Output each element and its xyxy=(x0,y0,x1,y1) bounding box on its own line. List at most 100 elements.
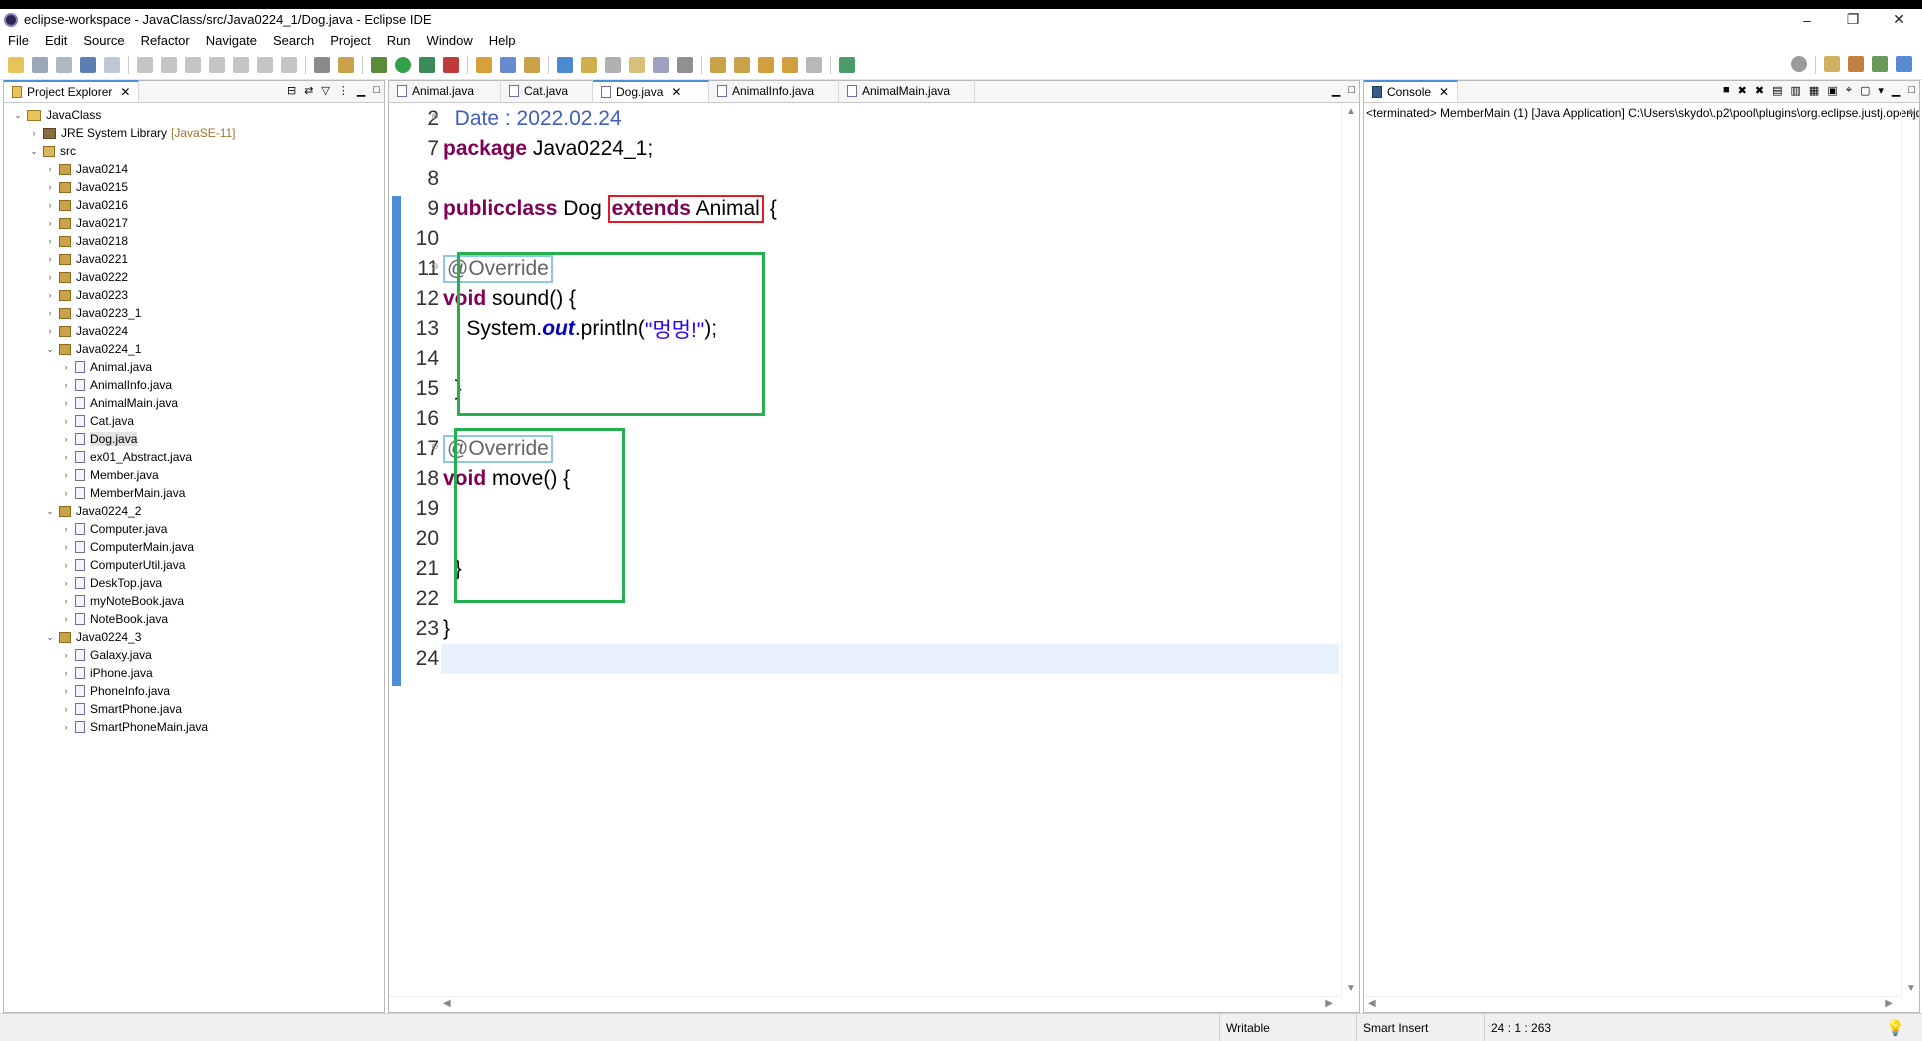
tree-file[interactable]: › Cat.java xyxy=(4,412,384,430)
toggle-mark-icon[interactable] xyxy=(629,56,645,73)
chevron-right-icon[interactable]: › xyxy=(44,308,56,318)
tree-file[interactable]: › Computer.java xyxy=(4,520,384,538)
chevron-right-icon[interactable]: › xyxy=(44,200,56,210)
menu-window[interactable]: Window xyxy=(419,33,481,48)
clear-console-icon[interactable]: ▤ xyxy=(1772,84,1782,97)
tree-file[interactable]: › Galaxy.java xyxy=(4,646,384,664)
toggle-block-icon[interactable] xyxy=(653,56,669,73)
tree-package[interactable]: › Java0223 xyxy=(4,286,384,304)
remove-all-icon[interactable]: ✖ xyxy=(1755,84,1764,97)
scroll-right-icon[interactable]: ▶ xyxy=(1885,998,1893,1009)
tab-console[interactable]: Console ✕ xyxy=(1364,80,1459,102)
menu-run[interactable]: Run xyxy=(379,33,419,48)
chevron-down-icon[interactable]: ⌄ xyxy=(12,110,24,121)
coverage-icon[interactable] xyxy=(314,56,330,73)
chevron-right-icon[interactable]: › xyxy=(60,380,72,390)
scroll-left-icon[interactable]: ◀ xyxy=(443,998,451,1009)
terminate-icon[interactable]: ■ xyxy=(1723,84,1730,97)
tree-file[interactable]: › PhoneInfo.java xyxy=(4,682,384,700)
chevron-right-icon[interactable]: › xyxy=(44,164,56,174)
tab-animalmain-java[interactable]: AnimalMain.java xyxy=(839,80,975,102)
scroll-left-icon[interactable]: ◀ xyxy=(1368,998,1376,1009)
scroll-down-icon[interactable]: ▼ xyxy=(1906,983,1916,994)
chevron-right-icon[interactable]: › xyxy=(60,650,72,660)
chevron-down-icon[interactable]: ⌄ xyxy=(44,632,56,643)
scroll-up-icon[interactable]: ▲ xyxy=(1346,106,1356,117)
chevron-right-icon[interactable]: › xyxy=(60,668,72,678)
chevron-right-icon[interactable]: › xyxy=(44,218,56,228)
tab-dog-java[interactable]: Dog.java ✕ xyxy=(593,80,709,102)
open-perspective-icon[interactable] xyxy=(1824,56,1840,72)
run-coverage-icon[interactable] xyxy=(419,56,435,73)
maximize-view-icon[interactable]: □ xyxy=(373,84,380,97)
new-icon[interactable] xyxy=(8,56,24,73)
menu-help[interactable]: Help xyxy=(481,33,524,48)
tree-package[interactable]: › Java0216 xyxy=(4,196,384,214)
close-icon[interactable]: ✕ xyxy=(120,85,130,99)
scroll-lock-icon[interactable]: ▥ xyxy=(1791,84,1801,97)
tree-file[interactable]: › Animal.java xyxy=(4,358,384,376)
minimize-view-icon[interactable]: ▁ xyxy=(357,84,365,97)
step-over-icon[interactable] xyxy=(257,56,273,73)
show-on-output-icon[interactable]: ▣ xyxy=(1827,84,1837,97)
step-into-icon[interactable] xyxy=(233,56,249,73)
console-vertical-scrollbar[interactable]: ▲ ▼ xyxy=(1901,104,1919,996)
console-horizontal-scrollbar[interactable]: ◀ ▶ xyxy=(1364,996,1899,1012)
back-icon[interactable] xyxy=(782,56,798,73)
tree-file[interactable]: › ComputerMain.java xyxy=(4,538,384,556)
menu-file[interactable]: File xyxy=(0,33,37,48)
expand-fold-icon[interactable]: ⊕ xyxy=(431,111,439,122)
chevron-right-icon[interactable]: › xyxy=(44,290,56,300)
close-icon[interactable]: ✕ xyxy=(671,85,681,99)
search-icon[interactable] xyxy=(1791,56,1807,72)
remove-launch-icon[interactable]: ✖ xyxy=(1738,84,1747,97)
step-return-icon[interactable] xyxy=(281,56,297,73)
chevron-right-icon[interactable]: › xyxy=(60,542,72,552)
chevron-right-icon[interactable]: › xyxy=(60,722,72,732)
tree-file[interactable]: › Dog.java xyxy=(4,430,384,448)
tree-file[interactable]: › SmartPhoneMain.java xyxy=(4,718,384,736)
show-whitespace-icon[interactable] xyxy=(677,56,693,73)
new-package-icon[interactable] xyxy=(500,56,516,73)
scroll-right-icon[interactable]: ▶ xyxy=(1325,998,1333,1009)
chevron-right-icon[interactable]: › xyxy=(60,452,72,462)
minimize-button[interactable]: – xyxy=(1784,9,1830,30)
minimize-view-icon[interactable]: ▁ xyxy=(1892,84,1900,97)
tree-file[interactable]: › MemberMain.java xyxy=(4,484,384,502)
open-type-icon[interactable] xyxy=(557,56,573,73)
new-class-icon[interactable] xyxy=(524,56,540,73)
menu-navigate[interactable]: Navigate xyxy=(198,33,265,48)
chevron-right-icon[interactable]: › xyxy=(60,578,72,588)
chevron-right-icon[interactable]: › xyxy=(60,596,72,606)
pin-editor-icon[interactable] xyxy=(839,56,855,73)
filter-icon[interactable]: ▽ xyxy=(321,84,329,97)
tree-file[interactable]: › DeskTop.java xyxy=(4,574,384,592)
tree-package[interactable]: › Java0215 xyxy=(4,178,384,196)
minimize-view-icon[interactable]: ▁ xyxy=(1332,84,1340,97)
tree-file[interactable]: › Member.java xyxy=(4,466,384,484)
terminate-icon[interactable] xyxy=(185,56,201,73)
maximize-view-icon[interactable]: □ xyxy=(1908,84,1915,97)
chevron-right-icon[interactable]: › xyxy=(44,236,56,246)
suspend-icon[interactable] xyxy=(161,56,177,73)
chevron-right-icon[interactable]: › xyxy=(60,524,72,534)
chevron-right-icon[interactable]: › xyxy=(44,272,56,282)
tree-file[interactable]: › iPhone.java xyxy=(4,664,384,682)
chevron-down-icon[interactable]: ⌄ xyxy=(28,146,40,157)
restore-button[interactable]: ❐ xyxy=(1830,9,1876,30)
search-tool-icon[interactable] xyxy=(605,56,621,73)
debug-icon[interactable] xyxy=(371,56,387,73)
run-icon[interactable] xyxy=(395,56,411,73)
tree-package[interactable]: › Java0222 xyxy=(4,268,384,286)
scroll-down-icon[interactable]: ▼ xyxy=(1346,983,1356,994)
chevron-right-icon[interactable]: › xyxy=(60,434,72,444)
forward-icon[interactable] xyxy=(806,56,822,73)
tree-file[interactable]: › NoteBook.java xyxy=(4,610,384,628)
editor-vertical-scrollbar[interactable]: ▲ ▼ xyxy=(1341,104,1359,996)
menu-refactor[interactable]: Refactor xyxy=(133,33,198,48)
save-icon[interactable] xyxy=(32,56,48,73)
menu-search[interactable]: Search xyxy=(265,33,322,48)
code-area[interactable]: 2 7 8 9 10 11 12 13 14 15 16 17 18 19 20… xyxy=(389,104,1339,996)
lightbulb-icon[interactable]: 💡 xyxy=(1880,1014,1922,1041)
tree-jre[interactable]: › JRE System Library [JavaSE-11] xyxy=(4,124,384,142)
